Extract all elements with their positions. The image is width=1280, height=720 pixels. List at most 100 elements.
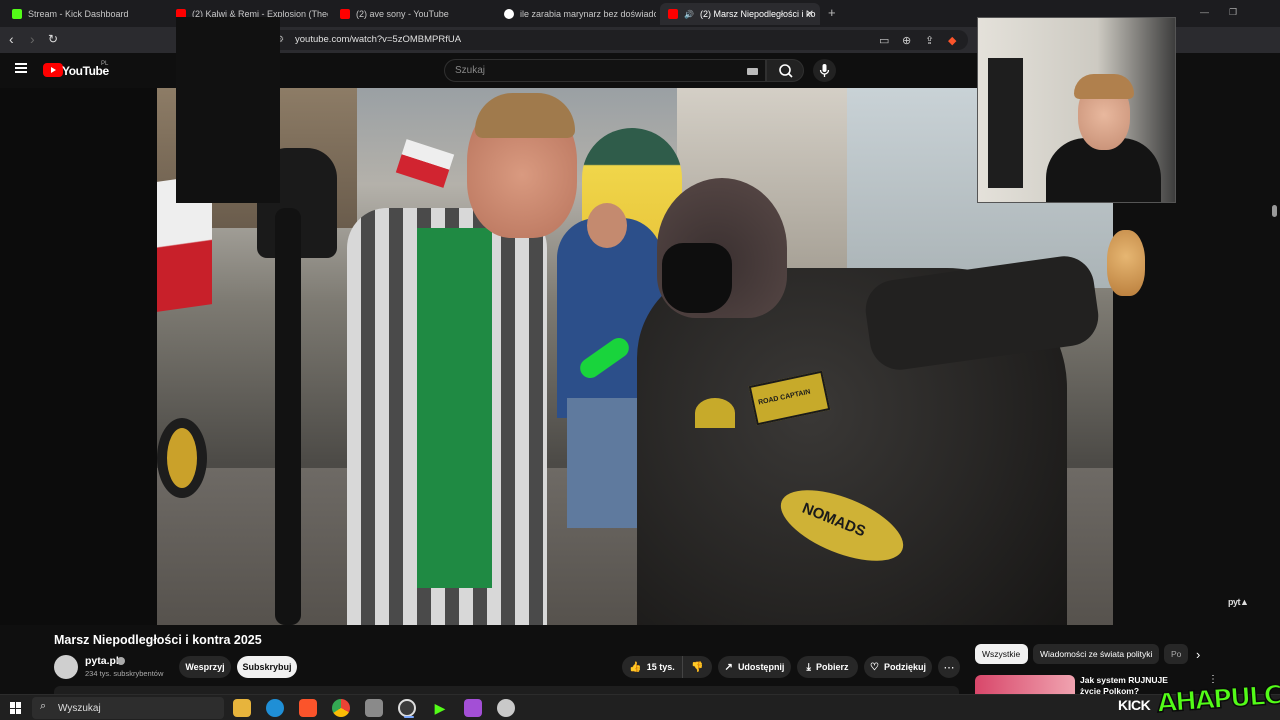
like-button[interactable]: 👍 15 tys. [622, 656, 682, 678]
like-count: 15 tys. [646, 662, 675, 672]
search-icon [779, 64, 793, 78]
country-code: PL [101, 61, 109, 67]
recommended-thumbnail[interactable] [975, 675, 1075, 695]
subscriber-count: 234 tys. subskrybentów [85, 669, 164, 678]
share-icon[interactable]: ⇪ [925, 34, 934, 47]
edge-icon[interactable] [266, 699, 284, 717]
hamster-sticker [1107, 230, 1145, 296]
chip-more[interactable]: Po [1164, 644, 1188, 664]
share-label: Udostępnij [737, 662, 785, 672]
app-icon[interactable] [365, 699, 383, 717]
patch-text: NOMADS [799, 499, 868, 541]
dislike-button[interactable]: 👎 [682, 656, 712, 678]
bike-wheel [157, 418, 207, 498]
video-frame: ROAD CAPTAIN NOMADS [157, 88, 1113, 625]
recommended-more-icon[interactable]: ⋮ [1208, 674, 1218, 685]
forward-icon[interactable]: › [30, 31, 35, 47]
thumbs-up-icon: 👍 [629, 661, 642, 673]
support-button[interactable]: Wesprzyj [179, 656, 231, 678]
download-label: Pobierz [815, 662, 849, 672]
youtube-icon [668, 9, 678, 19]
tab-title: (2) ave sony - YouTube [356, 9, 449, 19]
kick-play-icon[interactable]: ▶ [431, 699, 449, 717]
keyboard-icon[interactable] [747, 68, 758, 75]
brave-shield-icon[interactable]: ◆ [948, 34, 956, 47]
search-input[interactable]: Szukaj [444, 59, 766, 82]
polish-flag [395, 139, 455, 188]
channel-avatar[interactable] [54, 655, 78, 679]
windows-start-icon[interactable] [10, 702, 22, 714]
video-title: Marsz Niepodległości i kontra 2025 [54, 633, 262, 647]
support-label: Wesprzyj [185, 662, 225, 672]
tab-title: ile zarabia marynarz bez doświadcze [520, 9, 656, 19]
zoom-icon[interactable]: ⊕ [902, 34, 911, 47]
thanks-heart-icon: ♡ [870, 661, 879, 673]
scrollbar-thumb[interactable] [1272, 205, 1277, 217]
thanks-button[interactable]: ♡ Podziękuj [864, 656, 932, 678]
download-icon: ⤓ [806, 661, 811, 673]
speaker-icon: 🔊 [684, 9, 694, 19]
biker-mask [662, 243, 732, 313]
background-person-head [587, 203, 627, 248]
chip-label: Wszystkie [982, 649, 1021, 659]
search-icon: ⌕ [40, 700, 47, 712]
kick-icon [12, 9, 22, 19]
file-explorer-icon[interactable] [233, 699, 251, 717]
tab-youtube-ave-sony[interactable]: (2) ave sony - YouTube [332, 3, 492, 25]
tab-title: Stream - Kick Dashboard [28, 9, 129, 19]
back-icon[interactable]: ‹ [9, 31, 14, 47]
hamburger-menu-icon[interactable] [15, 63, 27, 73]
youtube-icon [340, 9, 350, 19]
search-button[interactable] [766, 59, 804, 82]
reporter-shirt [417, 228, 492, 588]
reload-icon[interactable]: ↻ [48, 32, 58, 46]
chrome-icon[interactable] [332, 699, 350, 717]
share-button[interactable]: ↗ Udostępnij [718, 656, 791, 678]
description-box[interactable] [54, 686, 959, 694]
patch-text: ROAD CAPTAIN [757, 388, 812, 407]
video-player[interactable]: ROAD CAPTAIN NOMADS [0, 88, 1113, 625]
reporter-hair [475, 93, 575, 138]
thumbs-down-icon: 👎 [691, 661, 704, 673]
webcam-door [988, 58, 1023, 188]
taskbar-search-label: Wyszukaj [58, 703, 101, 714]
share-arrow-icon: ↗ [724, 661, 733, 673]
scooter [247, 148, 337, 625]
tab-google-search[interactable]: ile zarabia marynarz bez doświadcze [496, 3, 656, 25]
tab-title: (2) Marsz Niepodległości i ko [699, 9, 816, 19]
obs-icon[interactable] [398, 699, 416, 718]
verified-icon [117, 657, 125, 665]
chip-label: Wiadomości ze świata polityki [1040, 649, 1153, 659]
youtube-logo-icon[interactable] [43, 63, 63, 77]
channel-name[interactable]: pyta.pl [85, 655, 119, 667]
webcam-streamer-hair [1074, 74, 1134, 99]
scooter-pole [275, 208, 301, 625]
game-icon[interactable] [464, 699, 482, 717]
webcam-overlay [977, 17, 1176, 203]
download-button[interactable]: ⤓ Pobierz [797, 656, 858, 678]
microphone-icon [819, 64, 830, 77]
address-bar[interactable]: ⚙ youtube.com/watch?v=5zOMBMPRfUA [268, 30, 968, 50]
chevron-right-icon[interactable]: › [1196, 647, 1200, 662]
chip-label: Po [1171, 649, 1182, 659]
subscribe-label: Subskrybuj [242, 662, 292, 672]
tab-kick-dashboard[interactable]: Stream - Kick Dashboard [4, 3, 164, 25]
settings-icon[interactable] [497, 699, 515, 717]
cast-icon[interactable]: ▭ [879, 34, 889, 47]
rocker-patch [695, 398, 735, 428]
close-tab-icon[interactable]: ✕ [806, 9, 814, 20]
tab-youtube-marsz-active[interactable]: 🔊 (2) Marsz Niepodległości i ko ✕ [660, 3, 820, 25]
new-tab-button[interactable]: + [828, 5, 836, 20]
taskbar-search[interactable]: ⌕ Wyszukaj [32, 697, 224, 719]
minimize-icon[interactable]: — [1200, 7, 1209, 17]
chip-politics-news[interactable]: Wiadomości ze świata polityki [1033, 644, 1159, 664]
windows-taskbar: ⌕ Wyszukaj ▶ [0, 694, 1280, 720]
chip-all[interactable]: Wszystkie [975, 644, 1028, 664]
maximize-icon[interactable]: ❐ [1229, 7, 1237, 18]
brave-icon[interactable] [299, 699, 317, 717]
url-text: youtube.com/watch?v=5zOMBMPRfUA [295, 34, 462, 45]
voice-search-button[interactable] [813, 59, 836, 82]
more-actions-button[interactable]: ⋯ [938, 656, 960, 678]
thanks-label: Podziękuj [883, 662, 926, 672]
subscribe-button[interactable]: Subskrybuj [237, 656, 297, 678]
